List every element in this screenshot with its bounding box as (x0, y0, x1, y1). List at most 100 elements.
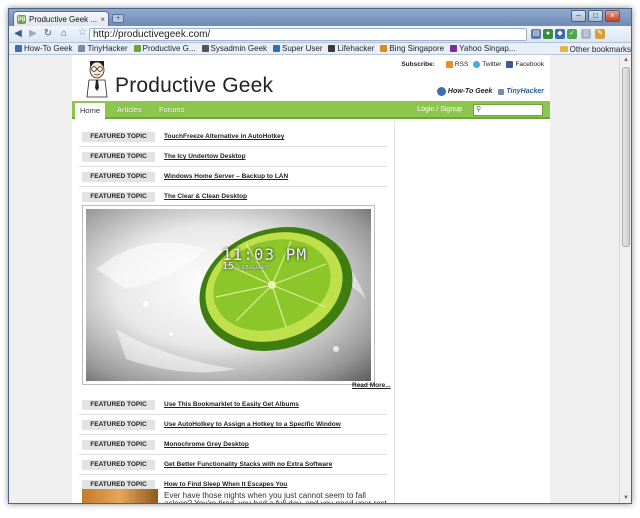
minimize-button[interactable]: – (571, 10, 586, 22)
bookmark-item[interactable]: Bing Singapore (380, 44, 444, 53)
home-icon[interactable]: ⌂ (58, 28, 70, 40)
scrollbar-thumb[interactable] (622, 67, 630, 247)
bookmark-item[interactable]: Super User (273, 44, 322, 53)
featured-badge: FEATURED TOPIC (82, 440, 155, 450)
featured-link[interactable]: The Icy Undertow Desktop (164, 152, 246, 162)
featured-badge: FEATURED TOPIC (82, 132, 155, 142)
read-more-link[interactable]: Read More... (352, 382, 391, 389)
featured-row: FEATURED TOPIC Use AutoHotkey to Assign … (79, 417, 387, 435)
sidebar-divider (394, 121, 395, 503)
article-thumbnail[interactable] (82, 489, 158, 503)
site-navbar: Home Articles Forums Login / Signup ⚲ (72, 101, 550, 119)
featured-link[interactable]: Use AutoHotkey to Assign a Hotkey to a S… (164, 420, 341, 430)
bookmark-favicon-icon (273, 45, 281, 52)
tab-close-icon[interactable]: × (100, 15, 105, 24)
close-window-button[interactable]: × (605, 10, 620, 22)
featured-link[interactable]: Use This Bookmarklet to Easily Get Album… (164, 400, 299, 410)
site-title[interactable]: Productive Geek (115, 74, 273, 98)
facebook-link[interactable]: Facebook (506, 61, 544, 68)
maximize-button[interactable]: □ (588, 10, 603, 22)
twitter-icon (473, 61, 481, 68)
favicon-icon: pg (17, 14, 26, 24)
bookmark-favicon-icon (328, 45, 336, 52)
featured-badge: FEATURED TOPIC (82, 152, 155, 162)
bookmark-item[interactable]: Yahoo Singap... (450, 44, 515, 53)
new-tab-button[interactable]: + (112, 14, 124, 23)
wrench-icon[interactable]: ✎ (595, 29, 605, 39)
bookmark-favicon-icon (450, 45, 458, 52)
featured-image[interactable]: 11:03 PM 15 FEBRUARY (82, 205, 375, 385)
search-icon: ⚲ (476, 106, 482, 113)
search-input[interactable]: ⚲ (473, 104, 543, 116)
extension-icon[interactable]: ✓ (567, 29, 577, 39)
featured-link[interactable]: How to Find Sleep When It Escapes You (164, 480, 287, 490)
forward-icon[interactable]: ▶ (27, 28, 39, 40)
address-bar[interactable]: http://productivegeek.com/ (89, 28, 527, 41)
bookmark-item[interactable]: TinyHacker (78, 44, 128, 53)
page-menu-icon[interactable]: ▤ (531, 29, 541, 39)
featured-row: FEATURED TOPIC Monochrome Grey Desktop (79, 437, 387, 455)
page-icon[interactable]: ▯ (581, 29, 591, 39)
bookmark-favicon-icon (133, 45, 141, 52)
rss-link[interactable]: RSS (445, 61, 468, 68)
tab-title: Productive Geek ... (29, 14, 98, 24)
bookmark-favicon-icon (15, 45, 22, 52)
subscribe-links: Subscribe: RSS Twitter Facebook (401, 61, 544, 68)
featured-badge: FEATURED TOPIC (82, 420, 155, 430)
featured-link[interactable]: Windows Home Server – Backup to LAN (164, 172, 288, 182)
reload-icon[interactable]: ↻ (42, 28, 54, 40)
featured-row: FEATURED TOPIC TouchFreeze Alternative i… (79, 129, 387, 147)
partner-links: How-To Geek TinyHacker (431, 87, 544, 96)
featured-row: FEATURED TOPIC Use This Bookmarklet to E… (79, 397, 387, 415)
wallpaper-clock-text: 11:03 PM (222, 245, 308, 264)
scroll-down-icon[interactable]: ▼ (622, 494, 630, 502)
bookmarks-bar: How-To Geek TinyHacker Productive G... S… (9, 43, 631, 55)
subscribe-label: Subscribe: (401, 61, 435, 68)
rss-icon (445, 61, 453, 68)
twitter-link[interactable]: Twitter (473, 61, 501, 68)
back-icon[interactable]: ◀ (12, 28, 24, 40)
vertical-scrollbar[interactable]: ▲ ▼ (619, 55, 631, 503)
featured-row: FEATURED TOPIC Windows Home Server – Bac… (79, 169, 387, 187)
featured-link[interactable]: Get Better Functionality Stacks with no … (164, 460, 332, 470)
howtogeek-link[interactable]: How-To Geek (436, 87, 492, 96)
other-bookmarks-button[interactable]: Other bookmarks (555, 43, 631, 54)
folder-icon (559, 46, 568, 52)
bookmark-item[interactable]: Sysadmin Geek (201, 44, 267, 53)
page-viewport: Productive Geek Subscribe: RSS Twitter F… (9, 55, 621, 503)
extension-icon[interactable]: ◆ (555, 29, 565, 39)
geek-mascot-logo (86, 61, 108, 98)
lime-splash-wallpaper: 11:03 PM 15 FEBRUARY (86, 209, 371, 381)
tab-productive-geek[interactable]: pg Productive Geek ... × (13, 11, 109, 26)
login-signup-link[interactable]: Login / Signup (417, 101, 462, 119)
featured-link[interactable]: The Clear & Clean Desktop (164, 192, 247, 202)
bookmark-item[interactable]: How-To Geek (15, 44, 72, 53)
tinyhacker-link[interactable]: TinyHacker (498, 88, 544, 95)
featured-link[interactable]: TouchFreeze Alternative in AutoHotkey (164, 132, 284, 142)
bookmark-favicon-icon (380, 45, 388, 52)
tab-strip: pg Productive Geek ... × + – □ × (9, 9, 631, 26)
featured-badge: FEATURED TOPIC (82, 192, 155, 202)
nav-articles[interactable]: Articles (117, 101, 142, 119)
wallpaper-month-text: FEBRUARY (238, 265, 270, 271)
featured-row: FEATURED TOPIC The Icy Undertow Desktop (79, 149, 387, 167)
extension-icon[interactable]: ● (543, 29, 553, 39)
bookmark-favicon-icon (78, 45, 86, 52)
nav-forums[interactable]: Forums (159, 101, 184, 119)
bookmark-item[interactable]: Productive G... (133, 44, 196, 53)
lime-splash-graphic (96, 227, 366, 373)
bookmark-item[interactable]: Lifehacker (328, 44, 374, 53)
featured-row: FEATURED TOPIC Get Better Functionality … (79, 457, 387, 475)
howtogeek-icon (436, 87, 446, 96)
facebook-icon (506, 61, 514, 68)
bookmark-star-icon[interactable]: ☆ (78, 27, 87, 38)
nav-home[interactable]: Home (75, 101, 105, 119)
article-excerpt: Ever have those nights when you just can… (164, 491, 387, 504)
featured-badge: FEATURED TOPIC (82, 460, 155, 470)
webpage: Productive Geek Subscribe: RSS Twitter F… (72, 55, 550, 503)
browser-window: pg Productive Geek ... × + – □ × ◀ ▶ ↻ ⌂… (8, 8, 632, 504)
site-header: Productive Geek Subscribe: RSS Twitter F… (72, 55, 550, 99)
featured-badge: FEATURED TOPIC (82, 172, 155, 182)
scroll-up-icon[interactable]: ▲ (622, 56, 630, 64)
featured-link[interactable]: Monochrome Grey Desktop (164, 440, 249, 450)
